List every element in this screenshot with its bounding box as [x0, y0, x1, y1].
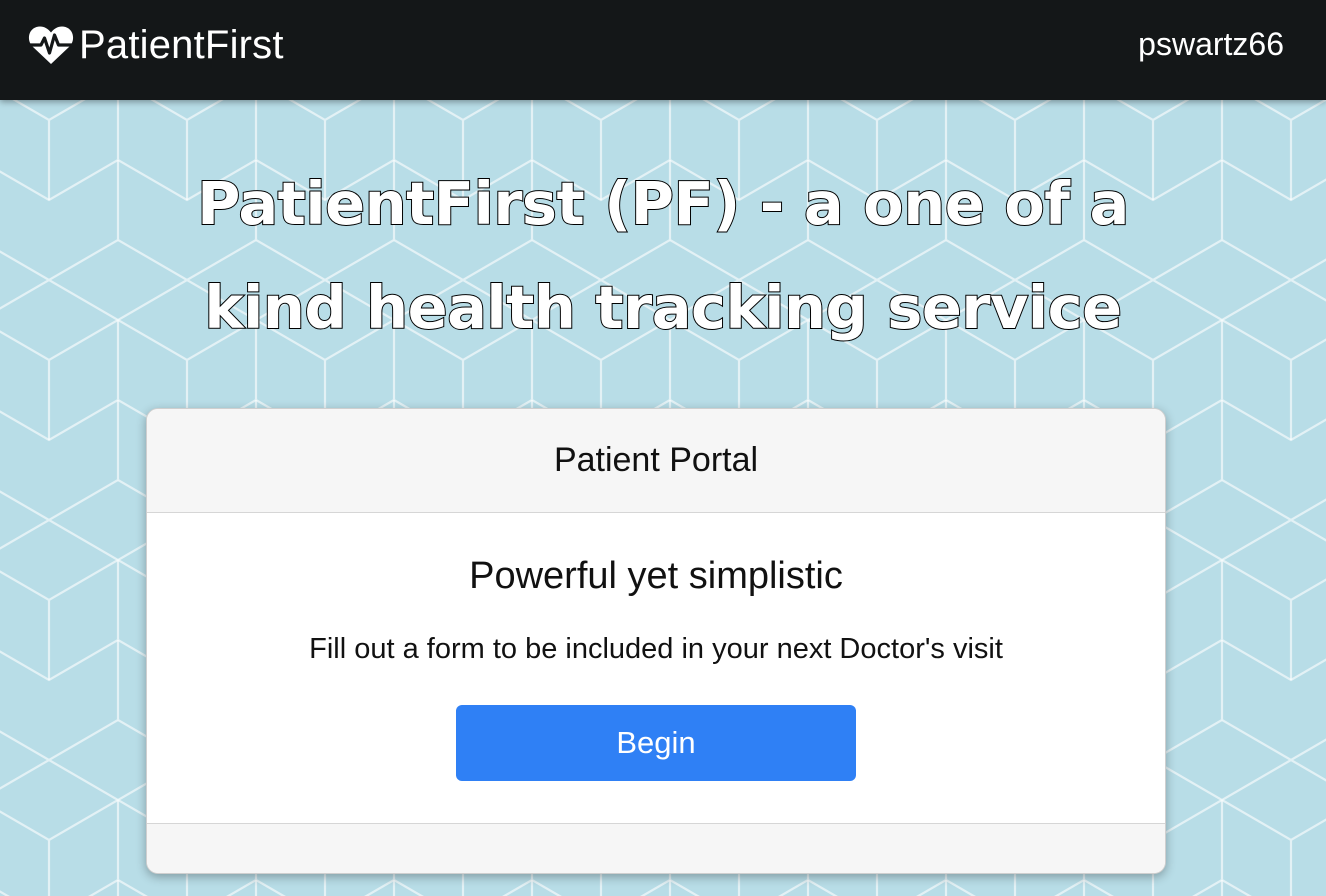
top-navbar: PatientFirst pswartz66 [0, 0, 1326, 100]
brand-name: PatientFirst [79, 22, 284, 67]
card-footer [147, 823, 1165, 873]
hero-line-2: kind health tracking service [203, 272, 1123, 343]
card-body: Powerful yet simplistic Fill out a form … [147, 513, 1165, 823]
brand-link[interactable]: PatientFirst [28, 20, 284, 70]
patient-portal-card: Patient Portal Powerful yet simplistic F… [146, 408, 1166, 874]
card-title: Powerful yet simplistic [469, 555, 843, 597]
begin-button[interactable]: Begin [456, 705, 856, 781]
hero-heading: PatientFirst (PF) - a one of a kind heal… [0, 152, 1326, 360]
card-header: Patient Portal [147, 409, 1165, 513]
card-description: Fill out a form to be included in your n… [309, 633, 1003, 665]
heart-pulse-icon [28, 26, 74, 64]
username-link[interactable]: pswartz66 [1138, 26, 1284, 63]
hero-line-1: PatientFirst (PF) - a one of a [196, 168, 1130, 239]
